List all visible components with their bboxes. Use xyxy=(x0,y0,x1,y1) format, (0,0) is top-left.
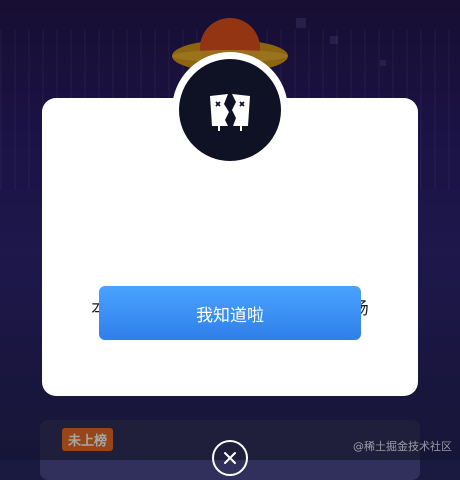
dialog-badge xyxy=(172,52,288,168)
close-button[interactable] xyxy=(212,440,248,476)
confirm-button[interactable]: 我知道啦 xyxy=(99,286,361,340)
broken-card-icon xyxy=(179,59,281,161)
close-icon xyxy=(224,452,236,464)
broken-card-glyph xyxy=(210,94,250,131)
watermark: @稀土掘金技术社区 xyxy=(353,440,452,453)
